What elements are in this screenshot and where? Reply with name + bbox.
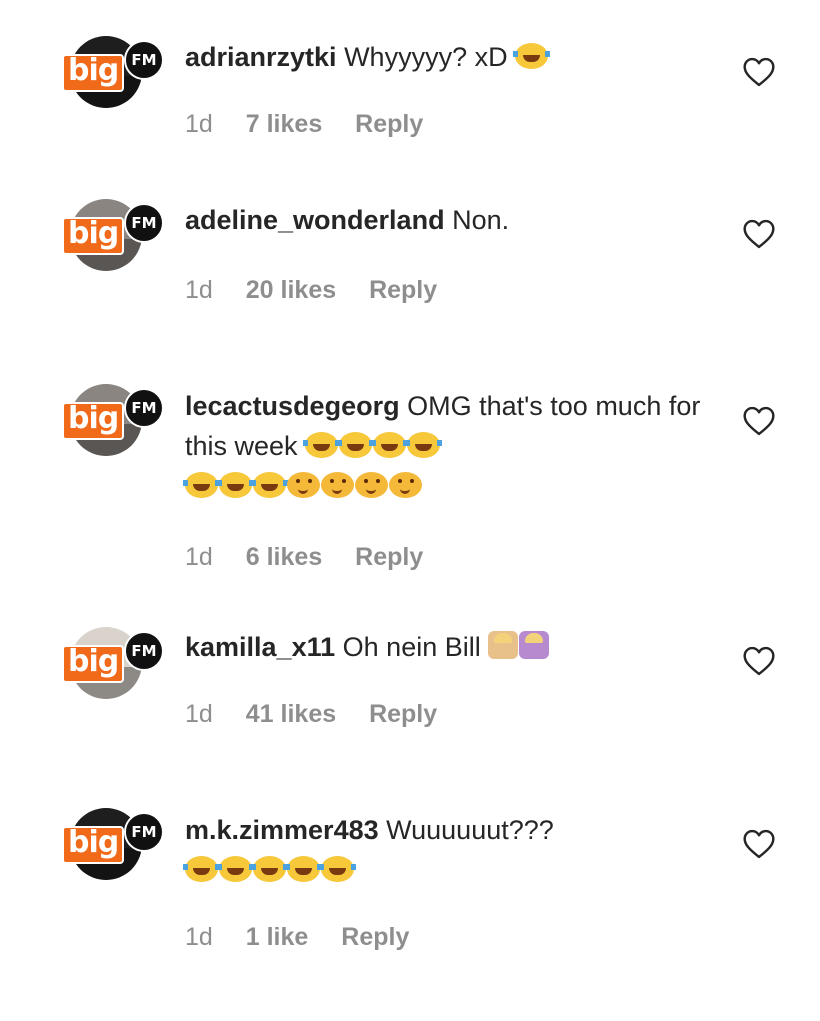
- comment-likes[interactable]: 20 likes: [246, 276, 336, 304]
- emoji-row: [513, 42, 551, 72]
- tears-of-joy-emoji: [319, 856, 356, 882]
- bigfm-logo-big: big: [62, 54, 125, 92]
- reply-button[interactable]: Reply: [355, 110, 423, 138]
- woozy-face-emoji: [321, 472, 354, 498]
- tears-of-joy-emoji: [337, 432, 375, 458]
- comment-username[interactable]: kamilla_x11: [185, 632, 335, 662]
- emoji-row: [488, 631, 550, 662]
- heart-outline-icon[interactable]: [742, 829, 776, 859]
- bigfm-logo-big: big: [62, 402, 125, 440]
- avatar[interactable]: big FM: [62, 199, 164, 277]
- bigfm-logo-fm: FM: [124, 388, 164, 428]
- bigfm-logo-fm: FM: [124, 631, 164, 671]
- reply-button[interactable]: Reply: [355, 543, 423, 571]
- avatar[interactable]: big FM: [62, 36, 164, 114]
- comment-meta: 1d 20 likes Reply: [185, 276, 463, 305]
- tears-of-joy-emoji: [303, 432, 341, 458]
- tears-of-joy-emoji: [251, 856, 288, 882]
- avatar[interactable]: big FM: [62, 808, 164, 886]
- tears-of-joy-emoji: [513, 43, 551, 69]
- bigfm-logo-big: big: [62, 217, 125, 255]
- emoji-row: [303, 431, 443, 461]
- tears-of-joy-emoji: [183, 472, 220, 498]
- person-emoji: [519, 631, 550, 659]
- comment-text: Wuuuuuut???: [386, 815, 554, 845]
- reply-button[interactable]: Reply: [369, 276, 437, 304]
- reply-button[interactable]: Reply: [369, 700, 437, 728]
- comment-meta: 1d 41 likes Reply: [185, 700, 463, 729]
- comment-username[interactable]: lecactusdegeorg: [185, 391, 400, 421]
- comment-username[interactable]: adeline_wonderland: [185, 205, 445, 235]
- comment-body: adeline_wonderland Non.: [185, 200, 705, 240]
- bigfm-logo-big: big: [62, 645, 125, 683]
- comment-body: adrianrzytki Whyyyyy? xD: [185, 37, 705, 77]
- heart-outline-icon[interactable]: [742, 406, 776, 436]
- avatar[interactable]: big FM: [62, 384, 164, 462]
- heart-outline-icon[interactable]: [742, 646, 776, 676]
- comment-username[interactable]: adrianrzytki: [185, 42, 337, 72]
- tears-of-joy-emoji: [217, 472, 254, 498]
- comment-likes[interactable]: 6 likes: [246, 543, 322, 571]
- woozy-face-emoji: [355, 472, 388, 498]
- woozy-face-emoji: [287, 472, 320, 498]
- person-emoji: [488, 631, 519, 659]
- comment-meta: 1d 6 likes Reply: [185, 543, 449, 572]
- comments-list: big FM adrianrzytki Whyyyyy? xD 1d 7 lik…: [0, 0, 820, 1021]
- tears-of-joy-emoji: [285, 856, 322, 882]
- comment-text: Non.: [452, 205, 510, 235]
- comment-likes[interactable]: 7 likes: [246, 110, 322, 138]
- bigfm-logo-fm: FM: [124, 40, 164, 80]
- comment-body: lecactusdegeorg OMG that's too much for …: [183, 386, 705, 506]
- comment-username[interactable]: m.k.zimmer483: [185, 815, 379, 845]
- avatar[interactable]: big FM: [62, 627, 164, 705]
- tears-of-joy-emoji: [405, 432, 443, 458]
- tears-of-joy-emoji: [217, 856, 254, 882]
- tears-of-joy-emoji: [183, 856, 220, 882]
- comment-text: Oh nein Bill: [342, 632, 481, 662]
- emoji-row: [183, 471, 423, 501]
- woozy-face-emoji: [389, 472, 422, 498]
- comment-time[interactable]: 1d: [185, 923, 213, 951]
- tears-of-joy-emoji: [371, 432, 409, 458]
- heart-outline-icon[interactable]: [742, 57, 776, 87]
- comment-text: Whyyyyy? xD: [344, 42, 508, 72]
- bigfm-logo-fm: FM: [124, 203, 164, 243]
- bigfm-logo-big: big: [62, 826, 125, 864]
- tears-of-joy-emoji: [251, 472, 288, 498]
- comment-meta: 1d 1 like Reply: [185, 923, 435, 952]
- comment-likes[interactable]: 1 like: [246, 923, 309, 951]
- emoji-row: [183, 855, 356, 885]
- bigfm-logo-fm: FM: [124, 812, 164, 852]
- comment-time[interactable]: 1d: [185, 700, 213, 728]
- comment-time[interactable]: 1d: [185, 276, 213, 304]
- reply-button[interactable]: Reply: [341, 923, 409, 951]
- comment-time[interactable]: 1d: [185, 543, 213, 571]
- comment-body: kamilla_x11 Oh nein Bill: [185, 627, 705, 667]
- comment-meta: 1d 7 likes Reply: [185, 110, 449, 139]
- comment-likes[interactable]: 41 likes: [246, 700, 336, 728]
- heart-outline-icon[interactable]: [742, 219, 776, 249]
- comment-body: m.k.zimmer483 Wuuuuuut???: [183, 810, 705, 890]
- comment-time[interactable]: 1d: [185, 110, 213, 138]
